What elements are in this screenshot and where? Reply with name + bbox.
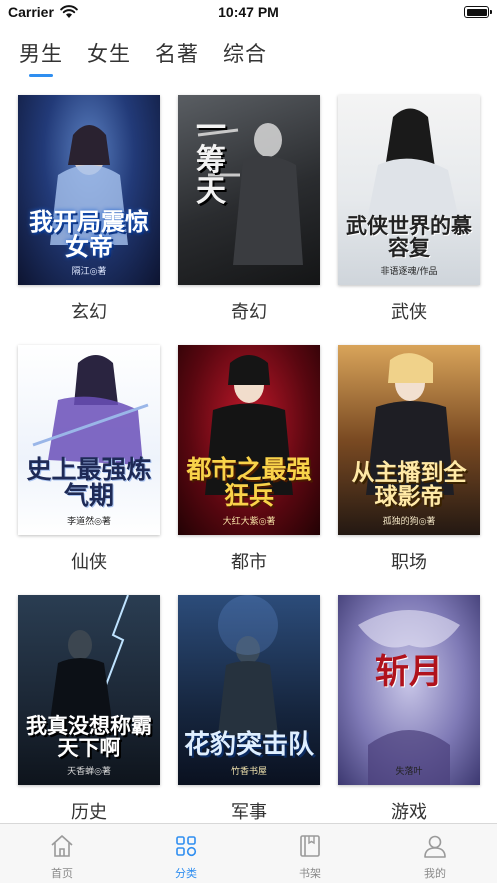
category-label: 武侠 bbox=[391, 302, 427, 323]
book-cover-image[interactable]: 武侠世界的慕容复 非语逐魂/作品 bbox=[338, 95, 480, 285]
cover-title-art: 我真没想称霸天下啊 bbox=[26, 712, 152, 760]
tabbar-home-label: 首页 bbox=[51, 867, 73, 880]
book-cover-image[interactable]: 我真没想称霸天下啊 天香蝉◎著 bbox=[18, 595, 160, 785]
cover-title-art: 武侠世界的慕容复 bbox=[346, 212, 472, 260]
book-cover-image[interactable]: 花豹突击队 竹香书屋 bbox=[178, 595, 320, 785]
cover-title-art: 花豹突击队 bbox=[184, 729, 315, 760]
tabbar-category-label: 分类 bbox=[175, 867, 197, 880]
cover-title-art: 史上最强炼气期 bbox=[26, 454, 152, 510]
cover-author-art: 天香蝉◎著 bbox=[67, 767, 111, 777]
cover-title-art: 斩月 bbox=[375, 652, 443, 692]
book-cover-image[interactable]: 斩月 失落叶 bbox=[338, 595, 480, 785]
category-label: 仙侠 bbox=[71, 552, 107, 573]
tab-female[interactable]: 女生 bbox=[87, 38, 131, 68]
active-tab-indicator bbox=[29, 74, 53, 77]
cover-title-art: 都市之最强狂兵 bbox=[186, 454, 312, 510]
tabbar-home[interactable]: 首页 bbox=[0, 824, 124, 884]
clock-label: 10:47 PM bbox=[218, 4, 279, 20]
book-cover-image[interactable]: 都市之最强狂兵 大红大紫◎著 bbox=[178, 345, 320, 535]
top-category-tabs: 男生 女生 名著 综合 bbox=[0, 34, 497, 80]
cover-title-art: 我开局震惊女帝 bbox=[29, 206, 149, 261]
cover-title-art: 从主播到全球影帝 bbox=[351, 458, 467, 510]
book-cover-image[interactable]: 我开局震惊女帝 隔江◎著 bbox=[18, 95, 160, 285]
book-cover-image[interactable]: 史上最强炼气期 李道然◎著 bbox=[18, 345, 160, 535]
cover-author-art: 李道然◎著 bbox=[67, 517, 111, 527]
cover-author-art: 隔江◎著 bbox=[71, 267, 107, 277]
battery-icon bbox=[464, 6, 492, 18]
category-label: 都市 bbox=[231, 552, 267, 573]
tabbar-profile[interactable]: 我的 bbox=[373, 824, 497, 884]
category-label: 游戏 bbox=[391, 802, 427, 823]
category-label: 奇幻 bbox=[231, 302, 267, 323]
status-bar: Carrier 10:47 PM bbox=[0, 0, 497, 26]
profile-icon bbox=[424, 835, 446, 858]
category-grid-icon bbox=[176, 836, 197, 857]
category-label: 玄幻 bbox=[71, 302, 107, 323]
tabbar-category[interactable]: 分类 bbox=[124, 824, 248, 884]
cover-author-art: 非语逐魂/作品 bbox=[380, 267, 438, 277]
bottom-tab-bar: 首页 分类 书架 我的 bbox=[0, 823, 497, 883]
home-icon bbox=[51, 835, 73, 857]
category-label: 军事 bbox=[231, 802, 267, 823]
cover-author-art: 大红大紫◎著 bbox=[222, 517, 276, 527]
tab-classics[interactable]: 名著 bbox=[155, 38, 199, 68]
tabbar-profile-label: 我的 bbox=[424, 867, 446, 880]
cover-author-art: 竹香书屋 bbox=[230, 767, 267, 777]
tabbar-bookshelf-label: 书架 bbox=[299, 867, 321, 880]
cover-author-art: 失落叶 bbox=[395, 767, 423, 777]
book-cover-image[interactable]: 从主播到全球影帝 孤独的狗◎著 bbox=[338, 345, 480, 535]
cover-title-art: 一筹天 bbox=[196, 111, 226, 209]
tab-male[interactable]: 男生 bbox=[19, 38, 63, 68]
book-cover-image[interactable]: 一筹天 bbox=[178, 95, 320, 285]
category-label: 历史 bbox=[71, 802, 107, 823]
tabbar-bookshelf[interactable]: 书架 bbox=[248, 824, 372, 884]
bookshelf-icon bbox=[300, 835, 320, 857]
cover-author-art: 孤独的狗◎著 bbox=[382, 517, 436, 527]
category-label: 职场 bbox=[391, 552, 427, 573]
tab-general[interactable]: 综合 bbox=[223, 38, 267, 68]
